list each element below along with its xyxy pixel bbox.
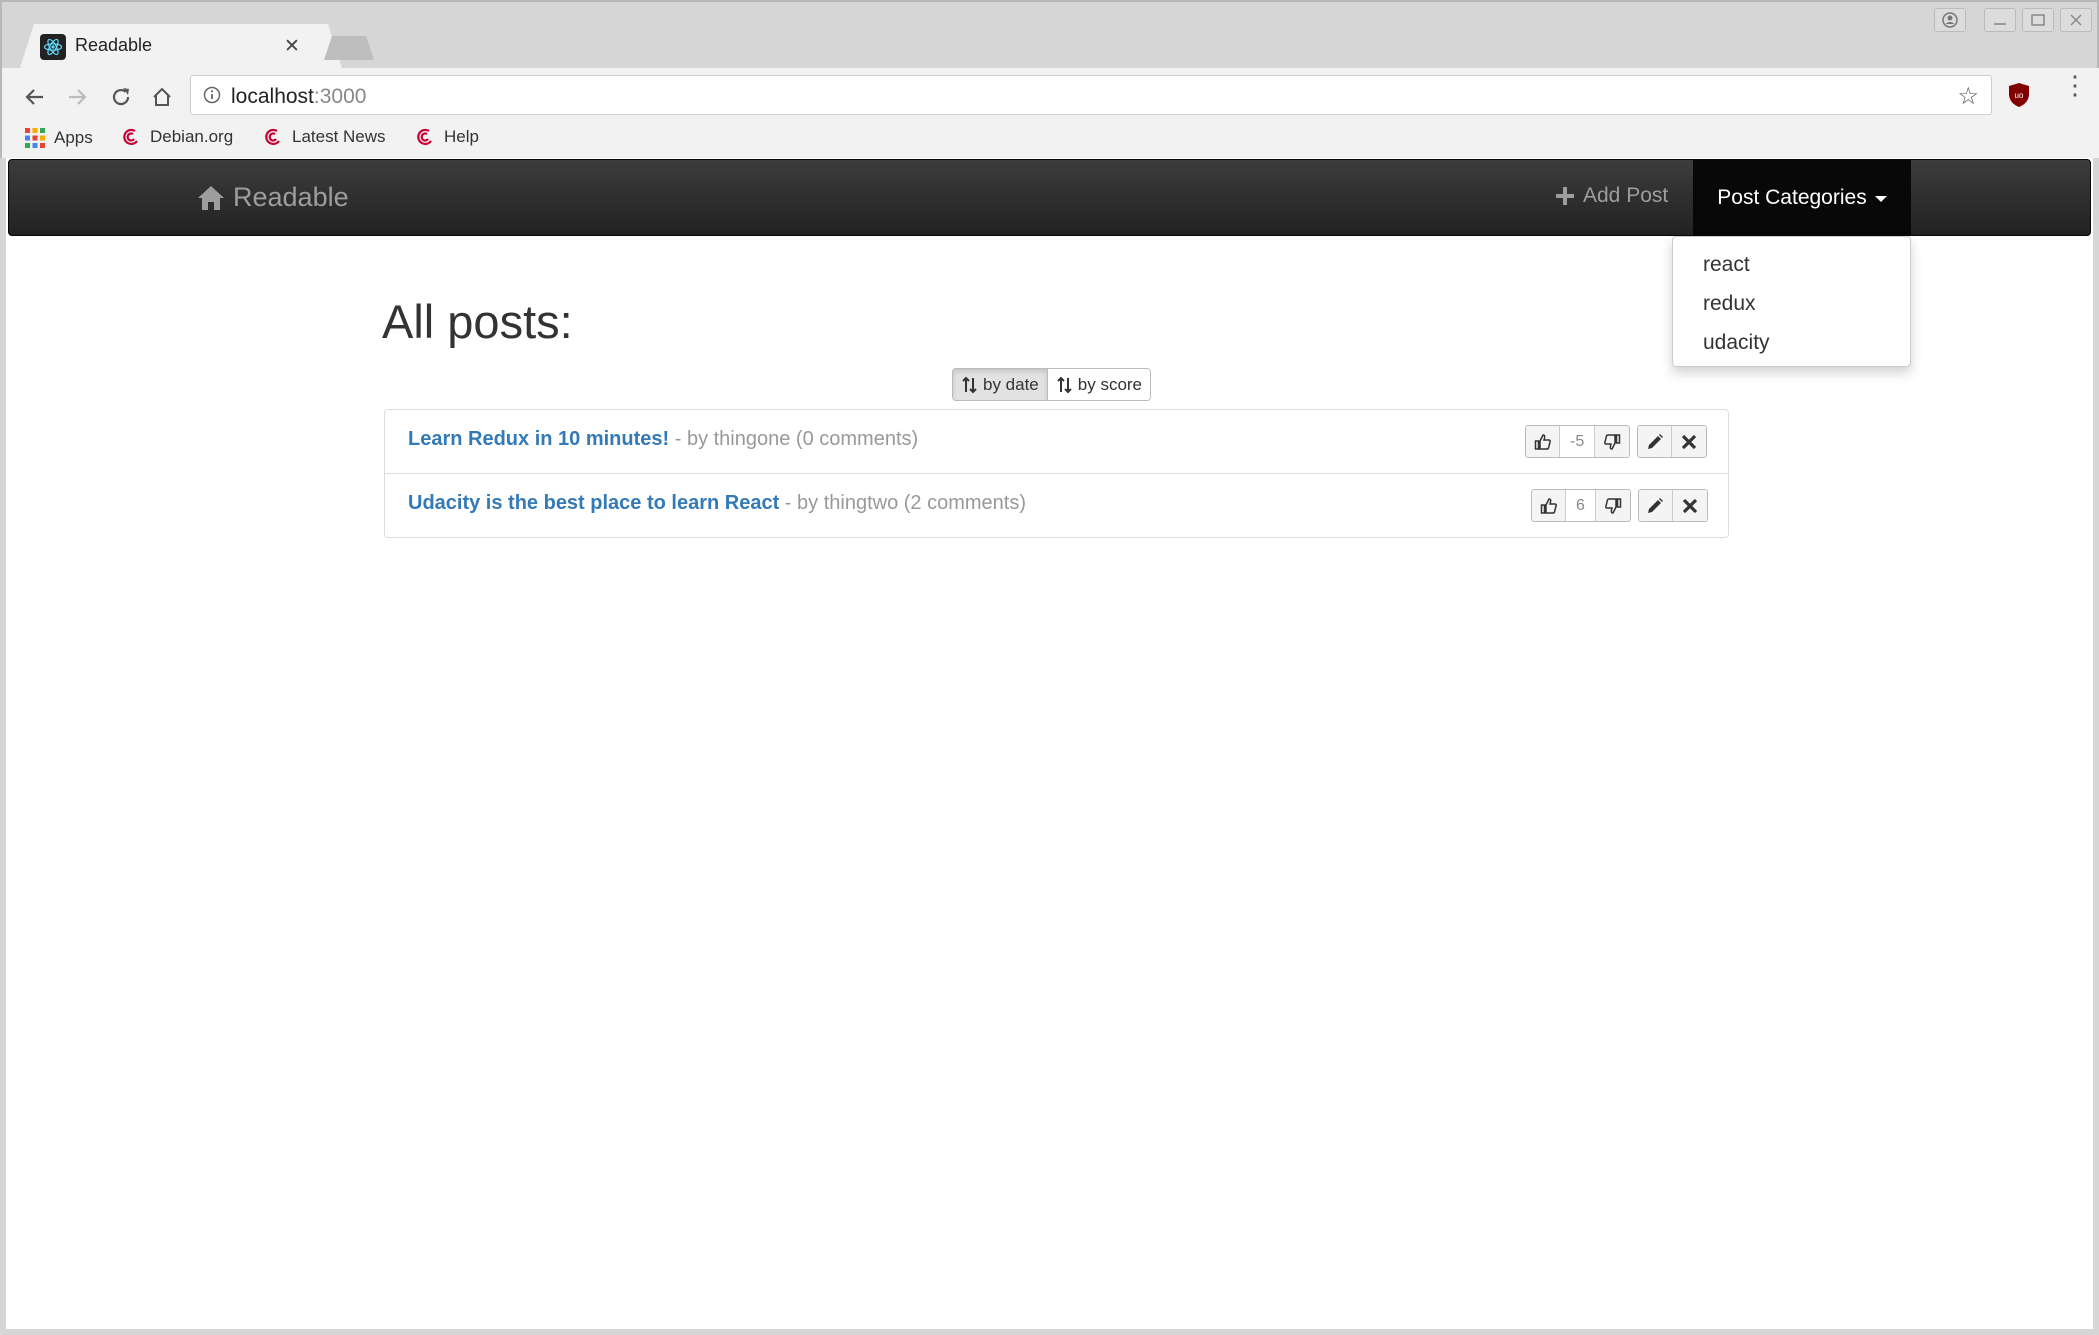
upvote-button[interactable] — [1532, 490, 1566, 521]
sort-icon — [1057, 376, 1072, 393]
bookmark-label: Debian.org — [150, 127, 234, 146]
edit-delete-group — [1637, 425, 1708, 458]
svg-text:uo: uo — [2015, 91, 2024, 100]
post-summary: Udacity is the best place to learn React… — [408, 492, 1026, 515]
sort-toggle-group: by date by score — [952, 368, 1152, 401]
edit-delete-group — [1637, 489, 1708, 522]
post-list: Learn Redux in 10 minutes! - by thingone… — [384, 409, 1729, 538]
caret-down-icon — [1874, 196, 1887, 202]
plus-icon — [1556, 187, 1574, 205]
react-favicon-icon — [40, 34, 66, 60]
category-item-redux[interactable]: redux — [1673, 284, 1910, 323]
bookmark-help[interactable]: Help — [416, 127, 479, 147]
address-bar[interactable]: localhost:3000 ☆ — [190, 75, 1992, 115]
edit-post-button[interactable] — [1638, 426, 1673, 457]
post-categories-dropdown-toggle[interactable]: Post Categories — [1693, 160, 1911, 235]
post-meta: - by thingtwo (2 comments) — [779, 492, 1026, 514]
vote-group: 6 — [1531, 489, 1631, 522]
new-tab-button[interactable] — [324, 36, 374, 60]
brand-link[interactable]: Readable — [197, 182, 349, 213]
sort-by-score-label: by score — [1077, 374, 1143, 394]
post-meta: - by thingone (0 comments) — [669, 428, 919, 450]
category-item-react[interactable]: react — [1673, 245, 1910, 284]
post-controls: 6 — [1531, 489, 1708, 522]
add-post-link[interactable]: Add Post — [1555, 184, 1668, 208]
edit-post-button[interactable] — [1638, 490, 1673, 521]
bookmark-latest-news[interactable]: Latest News — [264, 127, 386, 147]
pencil-icon — [1648, 497, 1664, 513]
info-icon[interactable] — [203, 86, 221, 109]
minimize-icon[interactable] — [1984, 8, 2016, 32]
forward-icon[interactable] — [62, 82, 92, 112]
profile-icon[interactable] — [1934, 8, 1966, 32]
ublock-icon[interactable]: uo — [2008, 82, 2030, 113]
browser-toolbar: localhost:3000 ☆ uo ⋮ — [2, 68, 2099, 124]
bookmark-star-icon[interactable]: ☆ — [1957, 82, 1979, 111]
downvote-button[interactable] — [1595, 426, 1630, 457]
post-title-link[interactable]: Udacity is the best place to learn React — [408, 492, 779, 514]
tab-close-icon[interactable]: ✕ — [284, 35, 300, 58]
add-post-label: Add Post — [1583, 184, 1669, 207]
post-score: 6 — [1566, 490, 1596, 521]
bookmark-debian[interactable]: Debian.org — [122, 127, 233, 147]
post-summary: Learn Redux in 10 minutes! - by thingone… — [408, 428, 918, 451]
bookmarks-bar: Apps Debian.org Latest News Help — [2, 124, 2099, 160]
sort-icon — [962, 376, 977, 393]
browser-chrome: Readable ✕ localhost:3000 ☆ uo ⋮ Apps De… — [0, 0, 2099, 160]
close-window-icon[interactable] — [2060, 8, 2092, 32]
sort-by-score-button[interactable]: by score — [1047, 369, 1151, 400]
delete-post-button[interactable] — [1672, 426, 1707, 457]
thumbs-up-icon — [1534, 433, 1551, 450]
vote-group: -5 — [1525, 425, 1631, 458]
bookmark-label: Help — [444, 127, 479, 146]
delete-post-button[interactable] — [1672, 490, 1707, 521]
bookmark-apps[interactable]: Apps — [24, 127, 93, 149]
app-navbar: Readable Add Post Post Categories — [8, 159, 2091, 236]
tab-title: Readable — [75, 35, 153, 55]
page-title: All posts: — [382, 295, 573, 348]
debian-icon — [123, 128, 138, 146]
thumbs-down-icon — [1604, 433, 1621, 450]
bookmark-label: Apps — [54, 128, 93, 147]
post-score: -5 — [1560, 426, 1596, 457]
category-item-udacity[interactable]: udacity — [1673, 323, 1910, 362]
brand-label: Readable — [233, 182, 349, 212]
downvote-button[interactable] — [1595, 490, 1630, 521]
close-icon — [1682, 498, 1698, 513]
page-viewport: Readable Add Post Post Categories react … — [0, 158, 2099, 1335]
categories-label: Post Categories — [1717, 185, 1867, 209]
apps-grid-icon — [25, 128, 45, 148]
maximize-icon[interactable] — [2022, 8, 2054, 32]
debian-icon — [265, 128, 280, 146]
browser-menu-icon[interactable]: ⋮ — [2062, 72, 2088, 98]
url-text: localhost:3000 — [231, 85, 367, 108]
back-icon[interactable] — [20, 82, 50, 112]
bookmark-label: Latest News — [292, 127, 386, 146]
home-icon — [198, 185, 224, 210]
post-row: Learn Redux in 10 minutes! - by thingone… — [385, 410, 1728, 474]
post-title-link[interactable]: Learn Redux in 10 minutes! — [408, 428, 669, 450]
reload-icon[interactable] — [106, 82, 136, 112]
close-icon — [1682, 434, 1697, 449]
post-controls: -5 — [1525, 425, 1708, 458]
thumbs-down-icon — [1604, 497, 1622, 514]
pencil-icon — [1647, 433, 1663, 449]
categories-dropdown-menu: react redux udacity — [1672, 236, 1911, 367]
home-icon[interactable] — [147, 82, 177, 112]
post-row: Udacity is the best place to learn React… — [385, 474, 1728, 537]
thumbs-up-icon — [1540, 497, 1557, 514]
sort-by-date-button[interactable]: by date — [953, 369, 1048, 400]
sort-by-date-label: by date — [983, 374, 1039, 394]
debian-icon — [417, 128, 432, 146]
upvote-button[interactable] — [1526, 426, 1560, 457]
